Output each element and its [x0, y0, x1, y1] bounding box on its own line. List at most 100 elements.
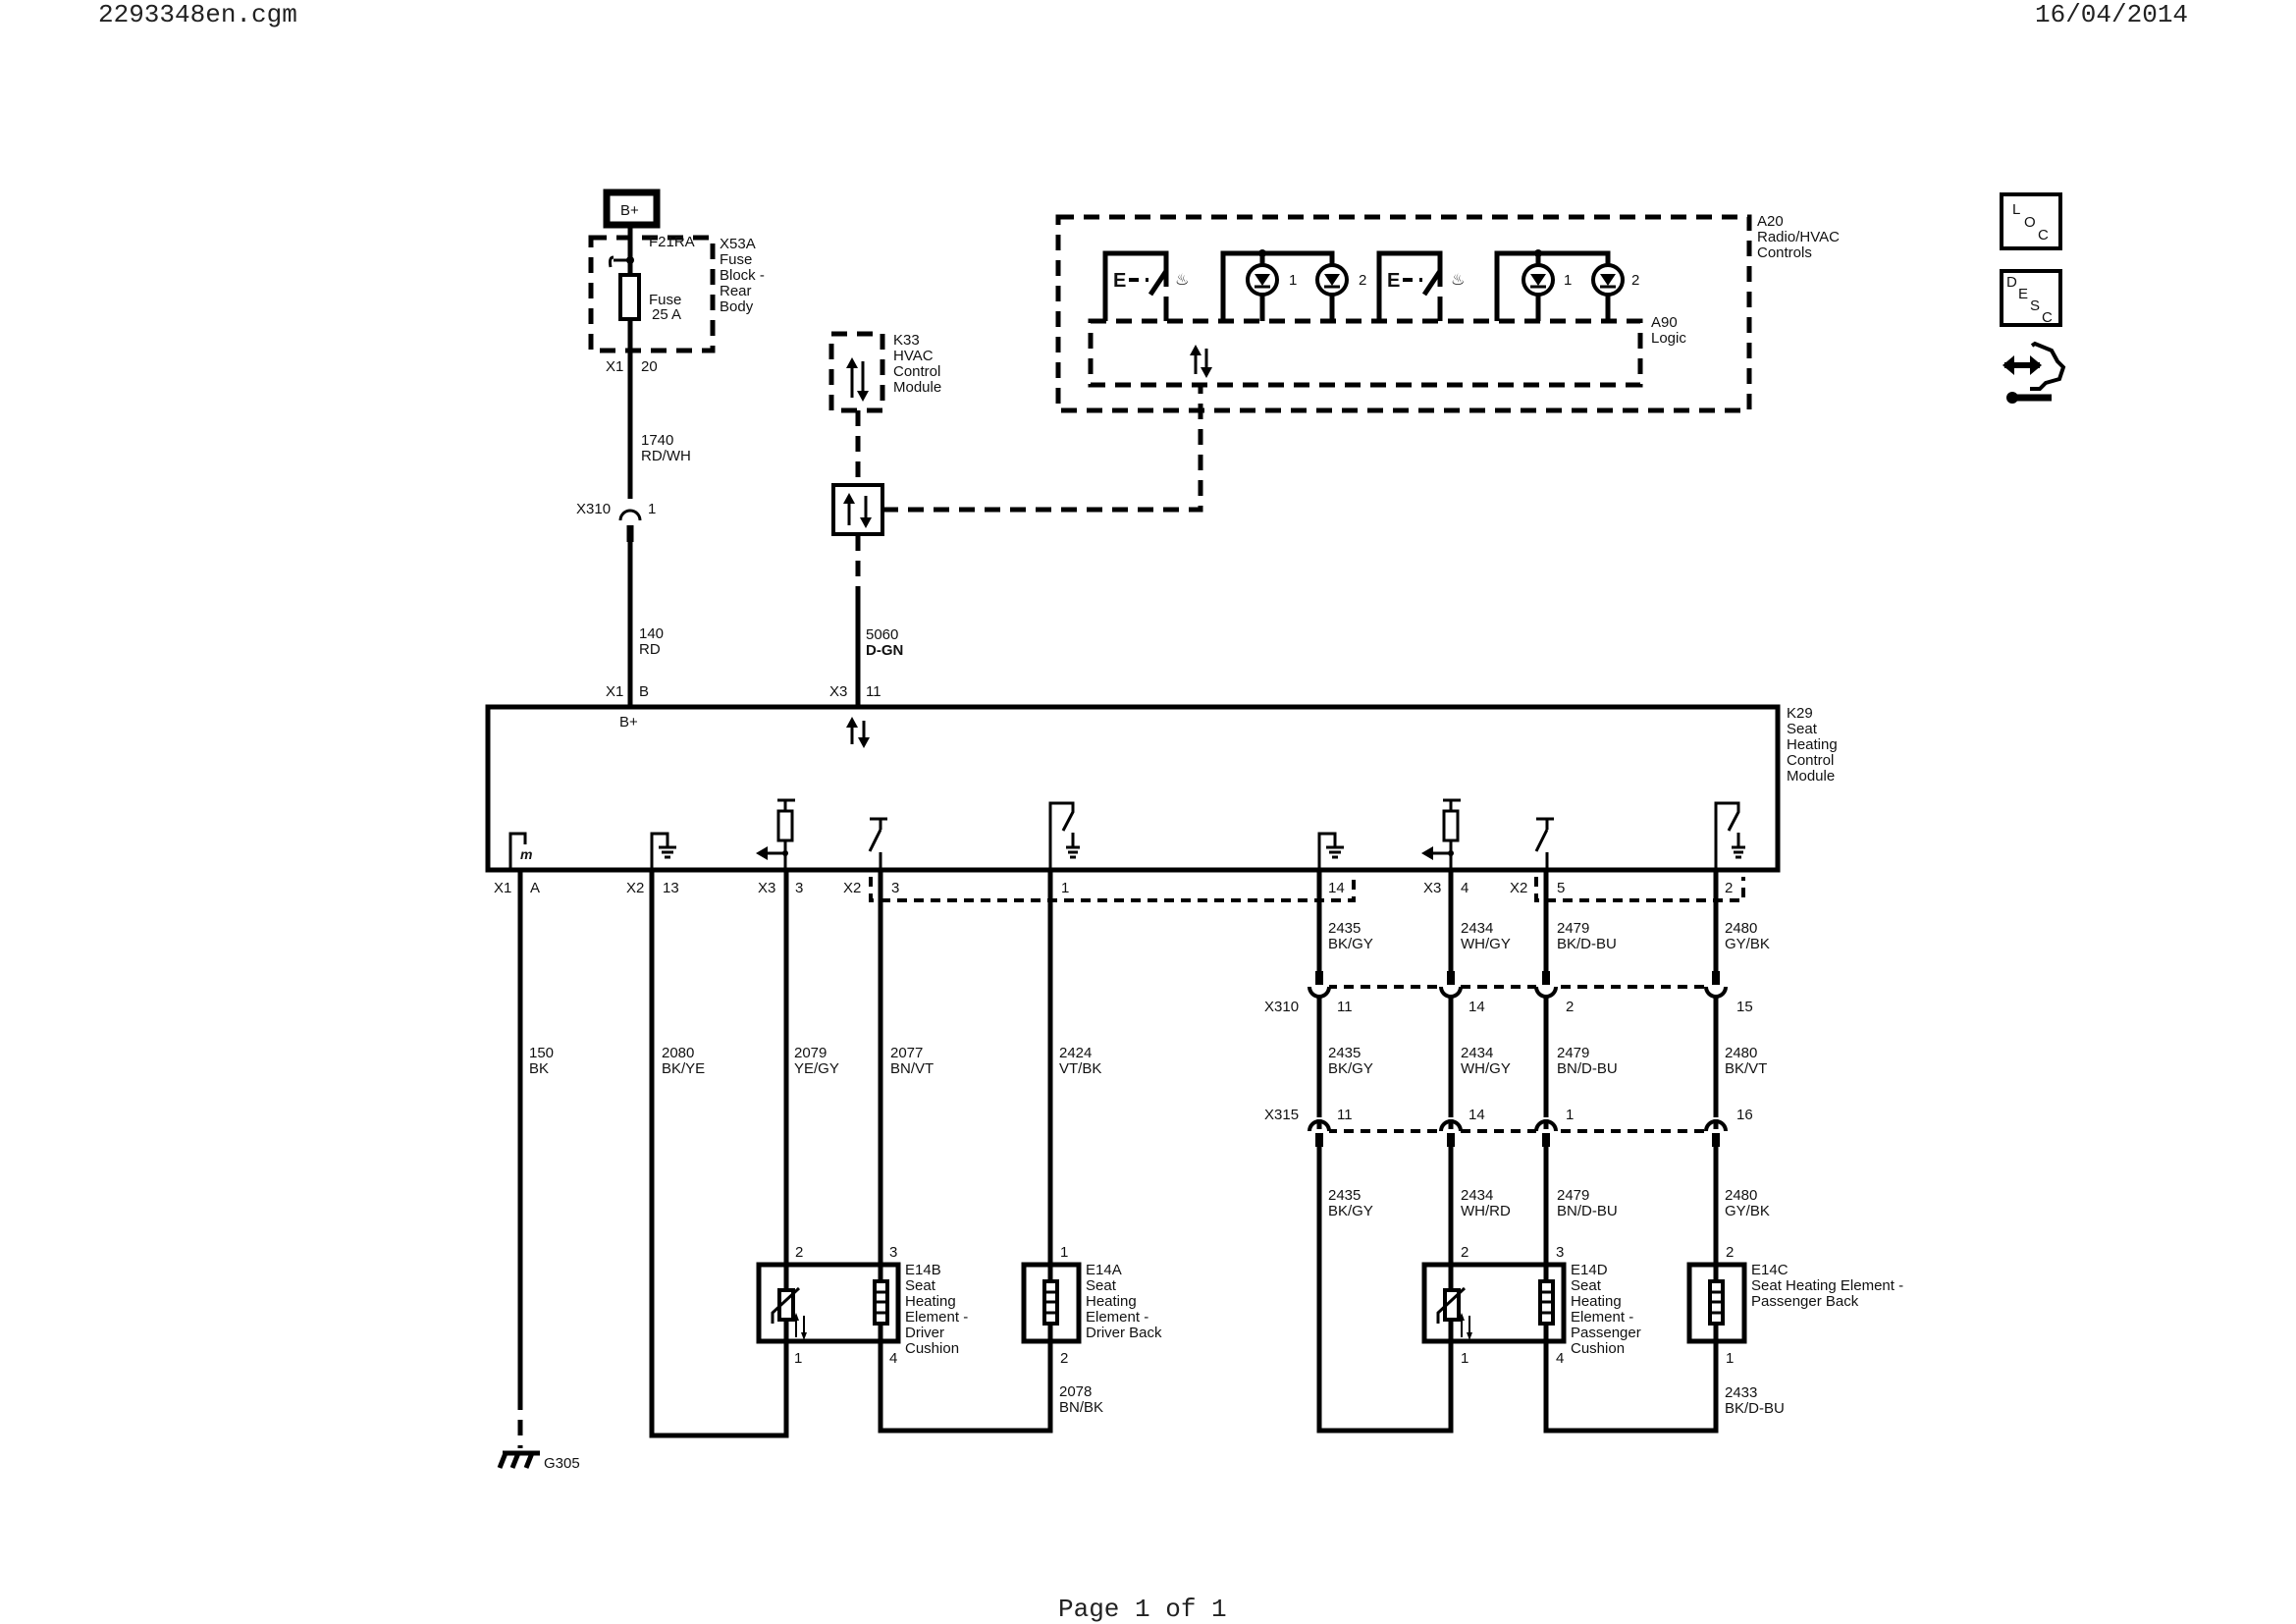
seat-heating-element-driver-cushion-e14b: 2 3 1 4 E14B Seat Heating Element - Driv… [756, 1244, 968, 1367]
wire-circuit: 2433 [1725, 1384, 1757, 1401]
desc-letter: E [2018, 286, 2028, 302]
passenger-indicator-leds: 1 2 [1494, 249, 1639, 321]
fuse-block-x53a: F21RA Fuse 25 A X53A Fuse Block - Rear B… [588, 225, 765, 707]
inline-connector-x310-1: X310 1 [576, 499, 656, 542]
seat-heat-icon: ♨ [1451, 272, 1465, 289]
connector-terminal [1704, 971, 1728, 1001]
b-plus-label: B+ [619, 714, 638, 731]
wire-color: VT/BK [1059, 1060, 1101, 1077]
wire-circuit: 2079 [794, 1045, 827, 1061]
loc-button[interactable]: L O C [2000, 192, 2062, 250]
pin-label: B [639, 683, 649, 700]
wire-circuit: 2434 [1461, 1187, 1493, 1204]
left-harness: 150 BK 2080 BK/YE 2079 YE/GY 2077 BN/VT … [517, 870, 1103, 1448]
wire-circuit: 1740 [641, 432, 673, 449]
connector-terminal [1704, 1117, 1728, 1147]
pin-label: A [530, 880, 540, 896]
led-number: 1 [1289, 272, 1297, 289]
module-title: A20 [1757, 213, 1784, 230]
battery-positive-terminal: B+ [603, 189, 661, 229]
wire-circuit: 2480 [1725, 1187, 1757, 1204]
pin-label: 11 [1337, 999, 1353, 1015]
element-title: Heating [1571, 1293, 1622, 1310]
wire-circuit: 2434 [1461, 1045, 1493, 1061]
driver-seat-heat-switch: E ♨ [1102, 250, 1189, 321]
ground-label: G305 [544, 1455, 580, 1472]
element-title: E14C [1751, 1262, 1789, 1278]
wire-color: RD/WH [641, 448, 691, 464]
connector-service-icon[interactable] [2002, 341, 2066, 404]
desc-button[interactable]: D E S C [2000, 269, 2062, 327]
fuse-block-title: X53A [720, 236, 756, 252]
element-title: Seat Heating Element - [1751, 1277, 1903, 1294]
logic-title: A90 [1651, 314, 1678, 331]
fuse-block-title: Body [720, 298, 754, 315]
wire-color: WH/RD [1461, 1203, 1511, 1219]
pin-label: 4 [1556, 1350, 1564, 1367]
wire-circuit: 2435 [1328, 1045, 1361, 1061]
pin-label: 1 [1060, 1244, 1068, 1261]
element-title: Seat [1086, 1277, 1117, 1294]
wire-color: D-GN [866, 642, 903, 659]
element-title: Heating [905, 1293, 956, 1310]
pin-label: 14 [1468, 999, 1485, 1015]
serial-data-gateway [831, 483, 884, 536]
seat-heating-element-passenger-back-e14c: 2 1 E14C Seat Heating Element - Passenge… [1686, 1244, 1903, 1367]
fuse-block-title: Rear [720, 283, 752, 299]
element-title: Seat [905, 1277, 936, 1294]
pin-label: 2 [1461, 1244, 1468, 1261]
connector-terminal [1308, 1117, 1331, 1147]
wire-color: GY/BK [1725, 936, 1770, 952]
pin-label: 3 [891, 880, 899, 896]
connector-label: X3 [829, 683, 847, 700]
element-title: Passenger Back [1751, 1293, 1859, 1310]
desc-letter: C [2042, 309, 2053, 326]
module-title: K33 [893, 332, 920, 349]
module-title: Seat [1787, 721, 1818, 737]
connector-label: X2 [626, 880, 644, 896]
fuse-block-title: Block - [720, 267, 765, 284]
module-title: Controls [1757, 244, 1812, 261]
wire-circuit: 5060 [866, 626, 898, 643]
pin-label: 11 [1337, 1107, 1353, 1123]
led-number: 1 [1564, 272, 1572, 289]
pin-label: 14 [1328, 880, 1345, 896]
connector-label: X2 [1510, 880, 1527, 896]
connector-terminal [1534, 1117, 1558, 1147]
pin-label: 4 [889, 1350, 897, 1367]
desc-letter: S [2030, 298, 2040, 314]
pin-label: 2 [1566, 999, 1574, 1015]
connector-terminal [1439, 971, 1463, 1001]
connector-label: X2 [843, 880, 861, 896]
pin-label: 1 [648, 501, 656, 517]
wire-color: BK/D-BU [1725, 1400, 1785, 1417]
pin-label: 3 [889, 1244, 897, 1261]
svg-text:E: E [1113, 270, 1126, 292]
wire-color: BK/VT [1725, 1060, 1767, 1077]
led-number: 2 [1359, 272, 1366, 289]
wire-circuit: 2078 [1059, 1383, 1092, 1400]
wire-circuit: 2479 [1557, 1187, 1589, 1204]
fuse-block-title: Fuse [720, 251, 752, 268]
wire-circuit: 2435 [1328, 920, 1361, 937]
led-number: 2 [1631, 272, 1639, 289]
fuse-icon [618, 273, 641, 321]
wire-color: GY/BK [1725, 1203, 1770, 1219]
pin-label: 4 [1461, 880, 1468, 896]
inline-connector-x315: X315 11 14 1 16 [1264, 1107, 1753, 1147]
connector-label: X3 [1423, 880, 1441, 896]
wire-circuit: 2480 [1725, 1045, 1757, 1061]
svg-text:m: m [520, 846, 532, 862]
wire-circuit: 140 [639, 625, 664, 642]
k29-bottom-pins: X1 A X2 13 X3 3 X2 3 1 14 X3 4 X2 5 2 [494, 877, 1745, 902]
pin-label: 1 [1726, 1350, 1734, 1367]
wire-circuit: 150 [529, 1045, 554, 1061]
desc-letter: D [2006, 274, 2017, 291]
element-title: Heating [1086, 1293, 1137, 1310]
wire-color: BN/D-BU [1557, 1060, 1618, 1077]
wire-color: BK/GY [1328, 1060, 1373, 1077]
driver-indicator-leds: 1 2 [1220, 249, 1366, 321]
element-title: Element - [905, 1309, 968, 1326]
seat-heating-control-module-k29: K29 Seat Heating Control Module B+ m [485, 704, 1838, 873]
pin-label: 2 [1725, 880, 1733, 896]
